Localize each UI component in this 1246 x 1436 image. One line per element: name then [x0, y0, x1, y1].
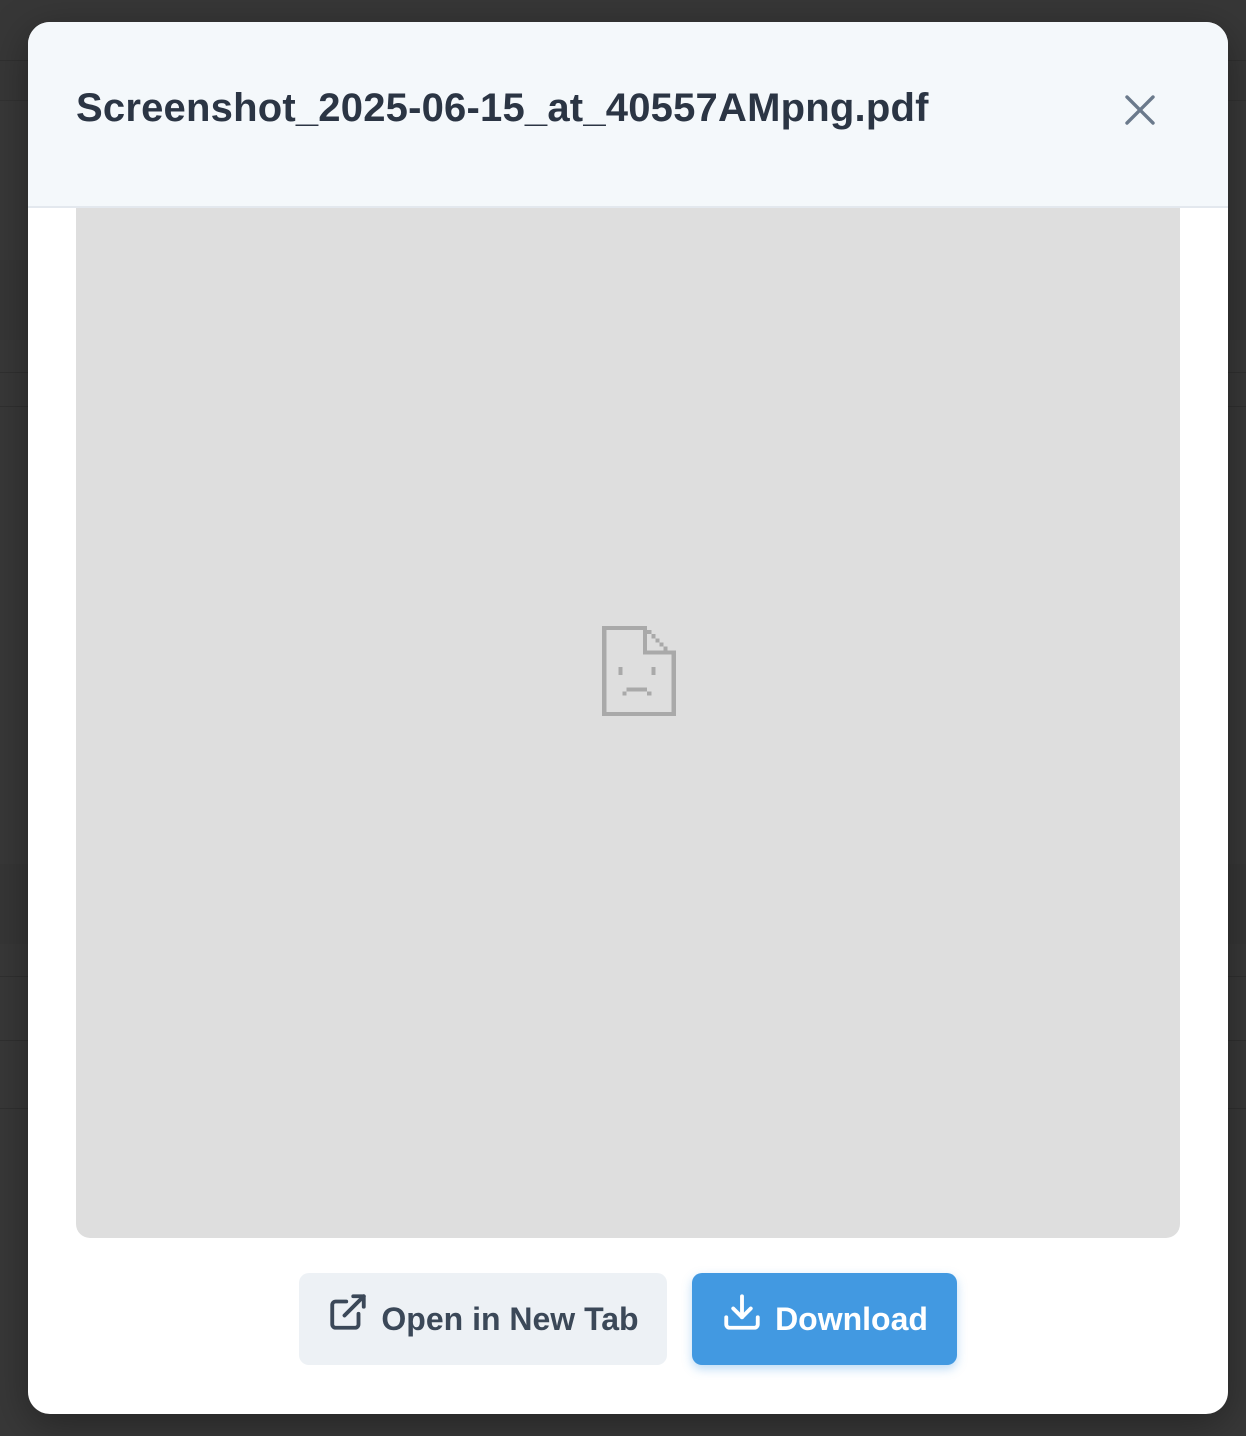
- download-button[interactable]: Download: [692, 1273, 957, 1365]
- broken-document-icon: [602, 626, 676, 716]
- close-button[interactable]: [1118, 88, 1162, 132]
- open-in-new-tab-label: Open in New Tab: [381, 1300, 639, 1337]
- modal-title: Screenshot_2025-06-15_at_40557AMpng.pdf: [76, 86, 929, 130]
- modal-header: Screenshot_2025-06-15_at_40557AMpng.pdf: [28, 22, 1228, 208]
- external-link-icon: [327, 1291, 369, 1333]
- download-label: Download: [775, 1300, 928, 1337]
- file-preview-modal: Screenshot_2025-06-15_at_40557AMpng.pdf: [28, 22, 1228, 1414]
- modal-actions: Open in New Tab Download: [28, 1273, 1228, 1365]
- pdf-viewer[interactable]: [76, 208, 1180, 1238]
- close-icon: [1125, 95, 1155, 125]
- open-in-new-tab-button[interactable]: Open in New Tab: [299, 1273, 667, 1365]
- download-icon: [721, 1291, 763, 1333]
